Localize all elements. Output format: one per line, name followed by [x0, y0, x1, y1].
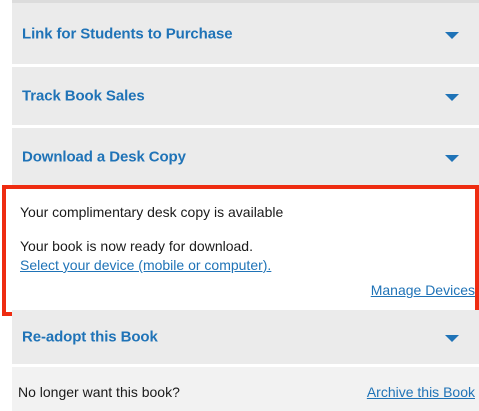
accordion-title: Link for Students to Purchase	[22, 25, 233, 42]
chevron-down-icon[interactable]	[445, 31, 459, 39]
chevron-down-icon[interactable]	[445, 94, 459, 101]
desk-copy-panel: Your complimentary desk copy is availabl…	[12, 189, 479, 310]
manage-devices-link[interactable]: Manage Devices	[371, 282, 475, 298]
accordion-title: Re-adopt this Book	[22, 328, 158, 346]
archive-row: No longer want this book? Archive this B…	[12, 367, 479, 411]
book-options-page: Link for Students to Purchase Track Book…	[0, 0, 479, 411]
desk-copy-status: Your complimentary desk copy is availabl…	[20, 204, 284, 220]
chevron-down-icon[interactable]	[445, 154, 459, 162]
archive-book-link[interactable]: Archive this Book	[367, 384, 475, 400]
accordion-re-adopt-book[interactable]: Re-adopt this Book	[12, 310, 479, 364]
accordion-title: Download a Desk Copy	[22, 148, 186, 165]
download-ready-text: Your book is now ready for download.	[20, 238, 253, 254]
accordion-link-for-students[interactable]: Link for Students to Purchase	[12, 0, 479, 64]
chevron-down-icon[interactable]	[445, 335, 459, 342]
accordion-download-desk-copy[interactable]: Download a Desk Copy	[12, 128, 479, 185]
archive-question: No longer want this book?	[18, 384, 180, 400]
accordion-title: Track Book Sales	[22, 87, 145, 105]
accordion-track-book-sales[interactable]: Track Book Sales	[12, 67, 479, 125]
select-device-link[interactable]: Select your device (mobile or computer).	[20, 257, 271, 273]
